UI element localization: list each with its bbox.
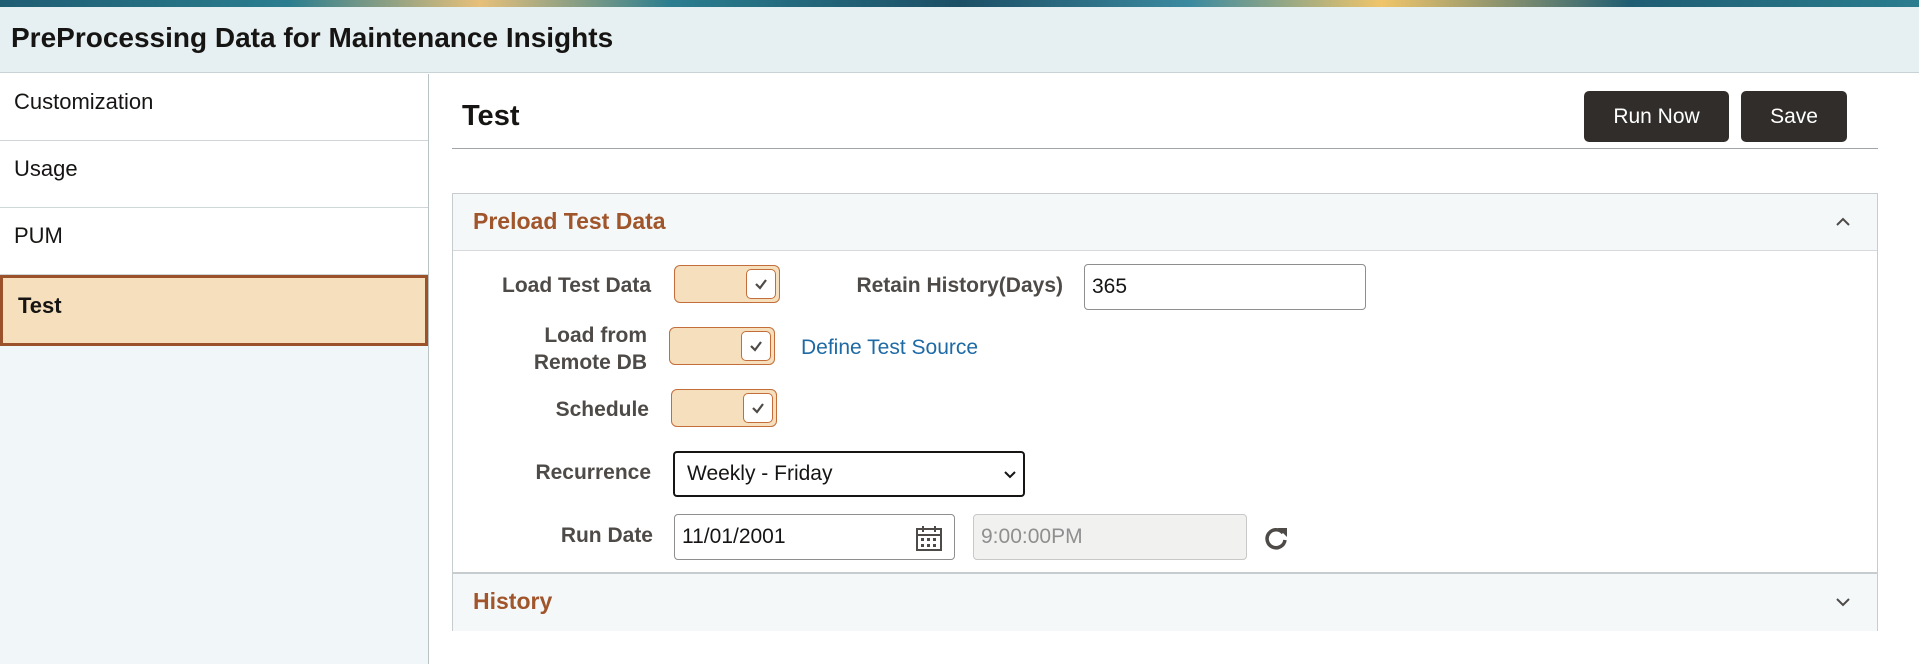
- sidebar-item-label: Customization: [14, 89, 154, 114]
- sidebar-item-usage[interactable]: Usage: [0, 141, 428, 208]
- recurrence-select[interactable]: Weekly - Friday: [673, 451, 1025, 497]
- calendar-icon[interactable]: [915, 524, 943, 552]
- app-header: PreProcessing Data for Maintenance Insig…: [0, 7, 1919, 73]
- chevron-down-icon[interactable]: [1835, 594, 1851, 610]
- schedule-label: Schedule: [555, 398, 649, 421]
- history-panel: History: [452, 573, 1878, 631]
- page-header-title: PreProcessing Data for Maintenance Insig…: [11, 22, 614, 53]
- schedule-toggle[interactable]: [671, 389, 777, 427]
- retain-history-input[interactable]: 365: [1084, 264, 1366, 310]
- page-title: Test: [462, 100, 520, 132]
- run-date-input[interactable]: 11/01/2001: [674, 514, 955, 560]
- run-now-button[interactable]: Run Now: [1584, 91, 1729, 142]
- load-remote-label-line1: Load from: [544, 324, 647, 347]
- run-date-label: Run Date: [560, 524, 653, 547]
- sidebar-item-customization[interactable]: Customization: [0, 74, 428, 141]
- recurrence-label: Recurrence: [535, 461, 651, 484]
- title-divider: [452, 148, 1878, 149]
- run-date-value: 11/01/2001: [682, 525, 786, 548]
- recurrence-value: Weekly - Friday: [687, 462, 833, 485]
- preload-panel-title: Preload Test Data: [473, 208, 666, 234]
- history-panel-header[interactable]: History: [453, 574, 1877, 631]
- sidebar-item-pum[interactable]: PUM: [0, 208, 428, 275]
- refresh-icon[interactable]: [1263, 525, 1289, 551]
- chevron-up-icon[interactable]: [1835, 214, 1851, 230]
- run-time-input: 9:00:00PM: [973, 514, 1247, 560]
- history-panel-title: History: [473, 588, 553, 614]
- preload-panel-header[interactable]: Preload Test Data: [453, 194, 1877, 251]
- retain-history-label: Retain History(Days): [856, 274, 1063, 297]
- load-remote-db-label: Load from Remote DB: [475, 322, 647, 376]
- load-remote-label-line2: Remote DB: [533, 351, 647, 374]
- main-content: Test Run Now Save Preload Test Data Load…: [430, 74, 1919, 664]
- define-test-source-link[interactable]: Define Test Source: [801, 336, 978, 360]
- checkmark-icon: [743, 393, 773, 423]
- header-banner: [0, 0, 1919, 7]
- sidebar-item-test[interactable]: Test: [0, 275, 428, 346]
- load-remote-db-toggle[interactable]: [669, 327, 775, 365]
- save-button[interactable]: Save: [1741, 91, 1847, 142]
- load-test-data-label: Load Test Data: [502, 274, 651, 297]
- chevron-down-icon: [1004, 471, 1016, 479]
- sidebar: Customization Usage PUM Test: [0, 74, 429, 664]
- sidebar-item-label: Test: [18, 292, 62, 318]
- sidebar-item-label: Usage: [14, 156, 78, 181]
- checkmark-icon: [741, 331, 771, 361]
- preload-test-data-panel: Preload Test Data Load Test Data Retain …: [452, 193, 1878, 573]
- sidebar-item-label: PUM: [14, 223, 63, 248]
